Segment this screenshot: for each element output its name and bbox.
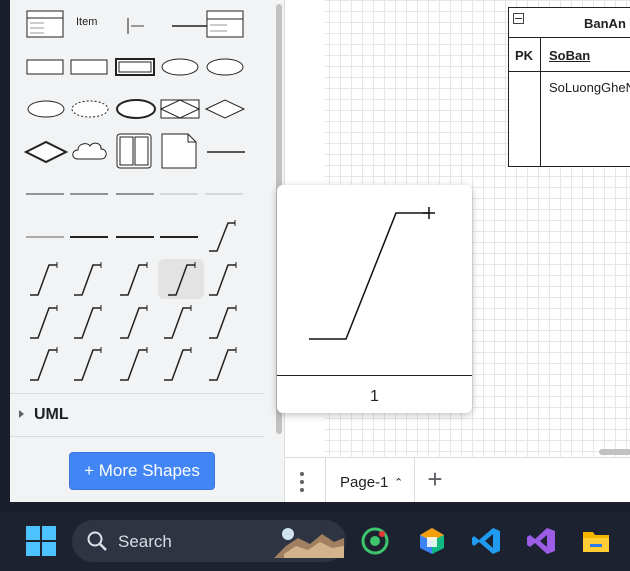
- shape-multivalue-attribute[interactable]: [114, 88, 160, 128]
- shape-preview-tooltip: 1: [277, 185, 472, 413]
- connector-line-3[interactable]: [114, 174, 160, 214]
- relation-connector-1[interactable]: [203, 217, 249, 257]
- page-tab-label: Page-1: [340, 474, 389, 491]
- shape-container[interactable]: [114, 131, 160, 171]
- shape-attribute-2[interactable]: [203, 46, 249, 86]
- shape-list-table[interactable]: [24, 6, 70, 46]
- connector-line-4[interactable]: [158, 174, 204, 214]
- shape-entity[interactable]: [24, 46, 70, 86]
- relation-connector-10[interactable]: [158, 302, 204, 342]
- shape-attribute[interactable]: [158, 46, 204, 86]
- relation-connector-5-selected[interactable]: [158, 259, 204, 299]
- relation-connector-13[interactable]: [68, 344, 114, 384]
- shape-item-label: Item: [76, 16, 98, 28]
- visual-studio-icon[interactable]: [526, 526, 556, 556]
- connector-line-5[interactable]: [203, 174, 249, 214]
- divider: [10, 436, 264, 437]
- 3d-cube-app-icon[interactable]: [417, 526, 447, 556]
- shape-associative-entity[interactable]: [158, 88, 204, 128]
- search-highlight-image: [274, 528, 344, 558]
- shape-identifying-relationship[interactable]: [24, 131, 70, 171]
- canvas-horizontal-scrollbar[interactable]: [599, 449, 630, 455]
- uml-section-header[interactable]: UML: [10, 397, 264, 435]
- page-bar: Page-1 ⌃ +: [285, 449, 630, 502]
- pk-label: PK: [515, 48, 534, 63]
- add-page-icon[interactable]: +: [423, 466, 447, 492]
- connector-line-9[interactable]: [158, 217, 204, 257]
- vscode-icon[interactable]: [471, 526, 501, 556]
- uml-section-label: UML: [34, 406, 69, 423]
- windows-start-icon[interactable]: [26, 526, 56, 556]
- shape-key-attribute[interactable]: [24, 88, 70, 128]
- relation-connector-14[interactable]: [114, 344, 160, 384]
- collapse-icon[interactable]: [513, 13, 524, 24]
- row-divider: [509, 71, 630, 72]
- shape-entity-2[interactable]: [68, 46, 114, 86]
- relation-connector-16[interactable]: [203, 344, 249, 384]
- shape-relationship[interactable]: [203, 88, 249, 128]
- pk-field[interactable]: SoBan: [549, 48, 590, 63]
- relation-connector-7[interactable]: [24, 302, 70, 342]
- relation-connector-4[interactable]: [114, 259, 160, 299]
- table-title: BanAn: [584, 16, 626, 31]
- shape-note[interactable]: [158, 131, 204, 171]
- connector-line-2[interactable]: [68, 174, 114, 214]
- connector-line-6[interactable]: [24, 217, 70, 257]
- shape-cloud[interactable]: [68, 131, 114, 171]
- connector-line-7[interactable]: [68, 217, 114, 257]
- relation-connector-12[interactable]: [24, 344, 70, 384]
- field-row[interactable]: SoLuongGheNgoi: [549, 80, 630, 95]
- shape-entity-table[interactable]: [205, 6, 251, 46]
- shapes-sidebar: Item UML + More Shapes: [10, 0, 274, 502]
- search-placeholder: Search: [118, 532, 172, 551]
- divider: [10, 393, 264, 394]
- search-icon: [87, 531, 107, 551]
- windows-taskbar: Search: [0, 512, 630, 571]
- table-banan[interactable]: BanAn PK SoBan SoLuongGheNgoi: [508, 7, 630, 167]
- connector-line-1[interactable]: [24, 174, 70, 214]
- caption-divider: [277, 375, 472, 376]
- git-client-icon[interactable]: [360, 526, 390, 556]
- relation-connector-6[interactable]: [203, 259, 249, 299]
- relation-connector-11[interactable]: [203, 302, 249, 342]
- more-shapes-button[interactable]: + More Shapes: [69, 452, 215, 490]
- relation-preview-icon: [309, 207, 435, 340]
- shape-text-separator[interactable]: [120, 6, 166, 46]
- connector-line-8[interactable]: [114, 217, 160, 257]
- chevron-right-icon: [19, 410, 24, 418]
- table-title-bar: BanAn: [509, 8, 630, 38]
- taskbar-search[interactable]: Search: [72, 520, 346, 562]
- relation-connector-9[interactable]: [114, 302, 160, 342]
- shape-item[interactable]: Item: [72, 6, 118, 46]
- relation-connector-15[interactable]: [158, 344, 204, 384]
- shape-derived-attribute[interactable]: [68, 88, 114, 128]
- relation-connector-8[interactable]: [68, 302, 114, 342]
- relation-connector-3[interactable]: [68, 259, 114, 299]
- shape-weak-entity[interactable]: [114, 46, 160, 86]
- file-explorer-icon[interactable]: [581, 526, 611, 556]
- pk-column: PK: [509, 38, 541, 166]
- relation-connector-2[interactable]: [24, 259, 70, 299]
- tab-page-1[interactable]: Page-1 ⌃: [325, 458, 415, 502]
- more-options-icon[interactable]: [299, 472, 305, 492]
- preview-caption: 1: [370, 388, 379, 405]
- chevron-up-icon[interactable]: ⌃: [394, 476, 403, 489]
- shape-line-2[interactable]: [203, 131, 249, 171]
